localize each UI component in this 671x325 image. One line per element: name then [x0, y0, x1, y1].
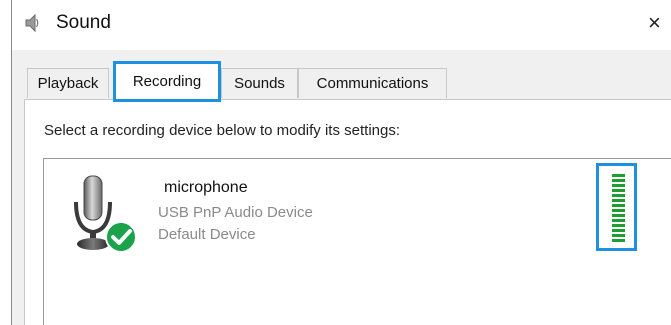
instruction-text: Select a recording device below to modif… [44, 122, 401, 139]
sound-dialog: Sound × Playback Sounds Communications R… [0, 0, 671, 325]
level-segment [612, 214, 625, 217]
device-status: Default Device [158, 226, 256, 243]
device-description: USB PnP Audio Device [158, 204, 313, 221]
level-segment [612, 219, 625, 222]
level-segment [612, 184, 625, 187]
tab-recording[interactable]: Recording [113, 61, 221, 102]
close-button[interactable]: × [648, 8, 671, 38]
level-bars [612, 174, 625, 242]
level-segment [612, 224, 625, 227]
level-segment [612, 234, 625, 237]
device-name: microphone [164, 179, 248, 196]
level-segment [612, 239, 625, 242]
level-segment [612, 204, 625, 207]
level-segment [612, 194, 625, 197]
level-segment [612, 229, 625, 232]
level-segment [612, 179, 625, 182]
level-segment [612, 209, 625, 212]
level-segment [612, 174, 625, 177]
level-meter [596, 163, 637, 251]
speaker-icon [24, 13, 40, 33]
level-segment [612, 189, 625, 192]
tab-communications[interactable]: Communications [298, 68, 447, 98]
tab-playback[interactable]: Playback [27, 68, 109, 98]
window-title: Sound [56, 12, 111, 33]
tab-sounds[interactable]: Sounds [221, 68, 298, 98]
level-segment [612, 199, 625, 202]
default-check-icon [104, 220, 138, 254]
